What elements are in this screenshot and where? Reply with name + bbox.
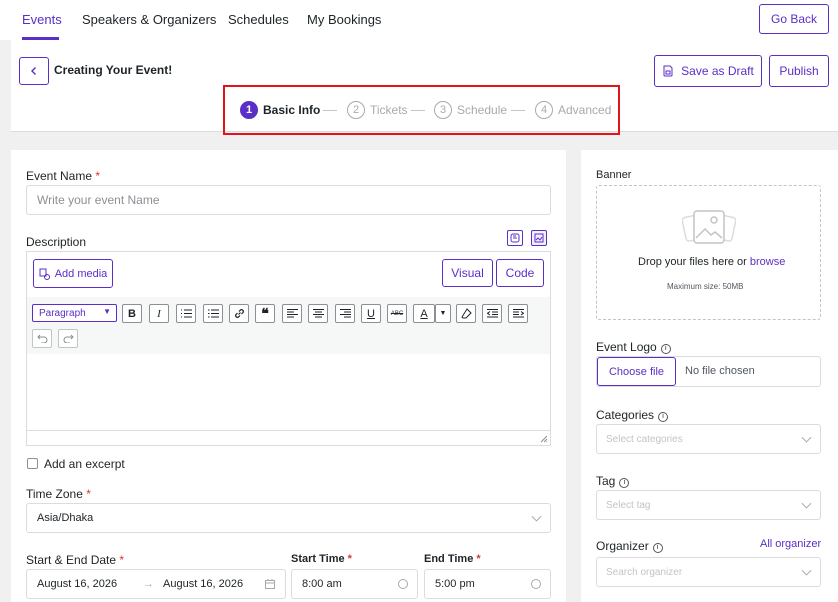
- align-right-icon[interactable]: [335, 304, 355, 323]
- bullet-list-icon[interactable]: [176, 304, 196, 323]
- text-color-icon[interactable]: A: [413, 304, 435, 323]
- steps-highlight-box: [223, 85, 620, 135]
- undo-icon[interactable]: [32, 329, 52, 348]
- numbered-list-icon[interactable]: [203, 304, 223, 323]
- choose-file-button[interactable]: Choose file: [597, 357, 676, 386]
- calendar-icon: [265, 579, 275, 589]
- chevron-down-icon: [801, 498, 812, 509]
- code-tab[interactable]: Code: [496, 259, 544, 287]
- publish-button[interactable]: Publish: [769, 55, 829, 87]
- start-time-input[interactable]: 8:00 am: [291, 569, 418, 599]
- text-color-dropdown-icon[interactable]: ▼: [435, 304, 451, 323]
- drop-files-text: Drop your files here or browse: [638, 256, 786, 268]
- align-center-icon[interactable]: [308, 304, 328, 323]
- editor-content-area[interactable]: [27, 354, 550, 430]
- excerpt-checkbox[interactable]: [27, 458, 38, 469]
- start-time-label: Start Time *: [291, 553, 352, 565]
- max-size-text: Maximum size: 50MB: [667, 282, 744, 291]
- italic-icon[interactable]: I: [149, 304, 169, 323]
- media-icon: [39, 268, 50, 280]
- ai-write-icon[interactable]: [507, 230, 523, 246]
- strikethrough-icon[interactable]: ABC: [387, 304, 407, 323]
- save-icon: [663, 65, 673, 77]
- end-time-input[interactable]: 5:00 pm: [424, 569, 551, 599]
- chevron-down-icon: [801, 432, 812, 443]
- back-arrow-button[interactable]: [19, 57, 49, 85]
- save-draft-label: Save as Draft: [681, 64, 754, 78]
- blockquote-icon[interactable]: ❝: [255, 304, 275, 323]
- tab-events[interactable]: Events: [22, 12, 62, 27]
- timezone-select[interactable]: Asia/Dhaka: [26, 503, 551, 533]
- end-date-value: August 16, 2026: [163, 578, 244, 590]
- event-name-input[interactable]: Write your event Name: [26, 185, 551, 215]
- page-title: Creating Your Event!: [54, 63, 173, 77]
- paragraph-select[interactable]: Paragraph ▼: [32, 304, 117, 322]
- resize-handle-icon[interactable]: [540, 435, 548, 443]
- tab-speakers-organizers[interactable]: Speakers & Organizers: [82, 12, 216, 27]
- image-upload-icon: [682, 210, 736, 244]
- outdent-icon[interactable]: [482, 304, 502, 323]
- categories-label: Categories i: [596, 408, 669, 422]
- tag-select[interactable]: Select tag: [596, 490, 821, 520]
- align-left-icon[interactable]: [282, 304, 302, 323]
- timezone-label: Time Zone *: [26, 487, 91, 501]
- redo-icon[interactable]: [58, 329, 78, 348]
- save-draft-button[interactable]: Save as Draft: [654, 55, 762, 87]
- arrow-right-icon: →: [143, 578, 154, 590]
- add-media-label: Add media: [54, 267, 108, 280]
- start-date-value: August 16, 2026: [37, 578, 118, 590]
- clock-icon: [531, 579, 541, 589]
- chevron-down-icon: [531, 511, 542, 522]
- dropdown-arrow-icon: ▼: [103, 307, 111, 316]
- organizer-search-select[interactable]: Search organizer: [596, 557, 821, 587]
- browse-link[interactable]: browse: [750, 256, 785, 268]
- ai-image-icon[interactable]: [531, 230, 547, 246]
- editor-statusbar: [27, 430, 550, 445]
- excerpt-label: Add an excerpt: [44, 457, 125, 471]
- tag-label: Tag i: [596, 474, 630, 488]
- info-icon: i: [652, 542, 663, 553]
- no-file-text: No file chosen: [685, 365, 755, 377]
- banner-label: Banner: [596, 169, 632, 181]
- go-back-button[interactable]: Go Back: [759, 4, 829, 34]
- eraser-icon[interactable]: [456, 304, 476, 323]
- bold-icon[interactable]: B: [122, 304, 142, 323]
- underline-icon[interactable]: U: [361, 304, 381, 323]
- categories-select[interactable]: Select categories: [596, 424, 821, 454]
- description-label: Description: [26, 235, 87, 249]
- banner-dropzone[interactable]: [596, 185, 821, 320]
- date-range-input[interactable]: August 16, 2026 → August 16, 2026: [26, 569, 286, 599]
- visual-tab[interactable]: Visual: [442, 259, 493, 287]
- end-time-label: End Time *: [424, 553, 481, 565]
- info-icon: i: [660, 343, 671, 354]
- all-organizer-link[interactable]: All organizer: [760, 538, 821, 550]
- date-label: Start & End Date *: [26, 553, 125, 567]
- event-name-label: Event Name *: [26, 169, 101, 183]
- info-icon: i: [658, 411, 669, 422]
- link-icon[interactable]: [229, 304, 249, 323]
- chevron-left-icon: [31, 67, 36, 75]
- info-icon: i: [619, 477, 630, 488]
- clock-icon: [398, 579, 408, 589]
- add-media-button[interactable]: Add media: [33, 259, 113, 288]
- chevron-down-icon: [801, 565, 812, 576]
- indent-icon[interactable]: [508, 304, 528, 323]
- event-logo-label: Event Logo i: [596, 340, 671, 354]
- tab-my-bookings[interactable]: My Bookings: [307, 12, 381, 27]
- top-nav: Events Speakers & Organizers Schedules M…: [0, 0, 838, 40]
- tab-schedules[interactable]: Schedules: [228, 12, 289, 27]
- organizer-label: Organizer i: [596, 539, 663, 553]
